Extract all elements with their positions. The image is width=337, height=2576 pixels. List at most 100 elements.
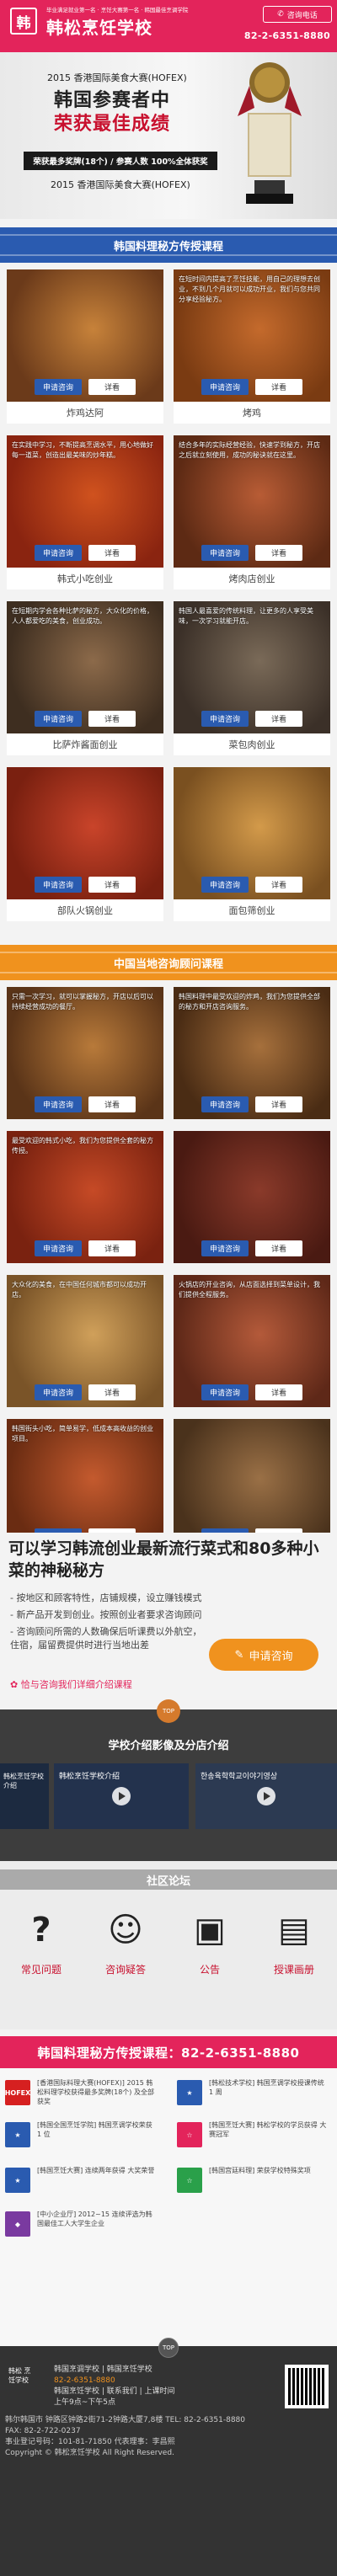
course-card[interactable]: 韩国街头小吃，简单易学，低成本高收益的创业项目。申请咨询详看 xyxy=(7,1419,163,1551)
course-name[interactable]: 菜包肉创业 xyxy=(174,733,330,755)
header-phone[interactable]: 82-2-6351-8880 xyxy=(244,30,330,41)
hotline-banner[interactable]: 韩国料理秘方传授课程：82-2-6351-8880 xyxy=(0,2036,337,2068)
course-name[interactable]: 比萨炸酱面创业 xyxy=(7,733,163,755)
news-item[interactable]: ◆ [中小企业厅] 2012~15 连续评选为韩国最佳工人大学生企业 xyxy=(0,2205,160,2245)
course-card[interactable]: 申请咨询 详看 部队火锅创业 xyxy=(7,767,163,921)
logo-icon[interactable]: 韩 xyxy=(10,8,37,35)
detail-button[interactable]: 详看 xyxy=(255,545,302,561)
faq-link[interactable]: ? 常见问题 xyxy=(8,1905,74,1976)
course-card[interactable]: 结合多年的实际经营经验，快速学到秘方，开店之后就立刻使用，成功的秘诀就在这里。申… xyxy=(174,435,330,589)
news-item[interactable]: HOFEX [香港国际料理大赛(HOFEX)] 2015 韩松料理学校获得最多奖牌… xyxy=(0,2073,160,2114)
course-card[interactable]: 在实践中学习，不断提高烹调水平，用心地做好每一道菜，创造出最美味的炒年糕。 申请咨… xyxy=(7,435,163,589)
apply-button[interactable]: 申请咨询 xyxy=(201,1384,249,1400)
apply-button[interactable]: 申请咨询 xyxy=(35,1240,82,1256)
apply-button[interactable]: 申请咨询 xyxy=(35,545,82,561)
news-item[interactable]: ☆ [韩国宫廷料理] 荣获学校特殊奖项 xyxy=(172,2161,332,2201)
course-card[interactable]: 大众化的美食，在中国任何城市都可以成功开店。 申请咨询 详看 xyxy=(7,1275,163,1407)
video-thumbnail[interactable]: 韩松烹饪学校介绍 xyxy=(54,1763,189,1829)
consult-phone-button[interactable]: ✆ 咨询电话 xyxy=(263,6,332,23)
scroll-top-button[interactable]: TOP xyxy=(158,2338,179,2358)
food-photo[interactable]: 在实践中学习，不断提高烹调水平，用心地做好每一道菜，创造出最美味的炒年糕。 申请咨… xyxy=(7,435,163,568)
apply-button[interactable]: 申请咨询 xyxy=(201,545,249,561)
food-photo[interactable]: 在短时间内提高了烹饪技能，用自己的理想去创业，不到几个月就可以成功开业，我们与您… xyxy=(174,269,330,402)
course-name[interactable]: 烤鸡 xyxy=(174,402,330,424)
card-actions: 申请咨询详看 xyxy=(7,711,163,727)
news-item[interactable]: ☆ [韩国烹饪大赛] 韩松学校的学员获得 大赛冠军 xyxy=(172,2115,332,2156)
brand-name[interactable]: 韩松烹饪学校 xyxy=(46,14,152,39)
food-photo[interactable]: 韩国人最喜爱的传统料理，让更多的人享受美味，一次学习就能开店。 申请咨询 详看 xyxy=(174,601,330,733)
apply-consult-button[interactable]: ✎ 申请咨询 xyxy=(209,1639,318,1671)
detail-button[interactable]: 详看 xyxy=(88,545,136,561)
food-photo[interactable]: 申请咨询详看 xyxy=(174,1419,330,1551)
footer-phone[interactable]: 82-2-6351-8880 xyxy=(54,2376,175,2387)
detail-button[interactable]: 详看 xyxy=(255,379,302,395)
food-photo[interactable]: 韩国街头小吃，简单易学，低成本高收益的创业项目。申请咨询详看 xyxy=(7,1419,163,1551)
news-item[interactable]: ★ [韩国全国烹饪学院] 韩国烹调学校荣获 1 位 xyxy=(0,2115,160,2156)
qa-link[interactable]: ☺ 咨询疑答 xyxy=(93,1905,158,1976)
detail-button[interactable]: 详看 xyxy=(255,1384,302,1400)
course-name[interactable]: 炸鸡达阿 xyxy=(7,402,163,424)
course-card[interactable]: 韩国人最喜爱的传统料理，让更多的人享受美味，一次学习就能开店。 申请咨询 详看 菜包肉… xyxy=(174,601,330,755)
food-photo[interactable]: 大众化的美食，在中国任何城市都可以成功开店。 申请咨询 详看 xyxy=(7,1275,163,1407)
course-name[interactable]: 韩式小吃创业 xyxy=(7,568,163,589)
course-card[interactable]: 只需一次学习，就可以掌握秘方，开店以后可以持续经营成功的餐厅。 申请咨询 详看 xyxy=(7,987,163,1119)
notice-link[interactable]: ▣ 公告 xyxy=(177,1905,243,1976)
course-name[interactable]: 面包筛创业 xyxy=(174,899,330,921)
course-card[interactable]: 在短时间内提高了烹饪技能，用自己的理想去创业，不到几个月就可以成功开业，我们与您… xyxy=(174,269,330,424)
detail-button[interactable]: 详看 xyxy=(88,1384,136,1400)
food-photo[interactable]: 申请咨询详看 xyxy=(7,767,163,899)
food-photo[interactable]: 只需一次学习，就可以掌握秘方，开店以后可以持续经营成功的餐厅。 申请咨询 详看 xyxy=(7,987,163,1119)
gallery-link[interactable]: ▤ 授课画册 xyxy=(261,1905,327,1976)
apply-button[interactable]: 申请咨询 xyxy=(35,1096,82,1112)
food-photo[interactable]: 最受欢迎的韩式小吃，我们为您提供全套的秘方传授。 申请咨询 详看 xyxy=(7,1131,163,1263)
course-card[interactable]: 申请咨询 详看 面包筛创业 xyxy=(174,767,330,921)
food-photo[interactable]: 结合多年的实际经营经验，快速学到秘方，开店之后就立刻使用，成功的秘诀就在这里。申… xyxy=(174,435,330,568)
video-thumbnail[interactable]: 한송육학학교이야기영상 xyxy=(195,1763,337,1829)
apply-button[interactable]: 申请咨询 xyxy=(35,1384,82,1400)
news-item[interactable]: ★ [韩国烹饪大赛] 连续两年获得 大奖荣誉 xyxy=(0,2161,160,2201)
card-actions: 申请咨询详看 xyxy=(174,1384,330,1400)
course-card[interactable]: 韩国料理中最受欢迎的炸鸡，我们为您提供全部的秘方和开店咨询服务。 申请咨询 详看 xyxy=(174,987,330,1119)
detail-button[interactable]: 详看 xyxy=(255,711,302,727)
detail-button[interactable]: 详看 xyxy=(255,1240,302,1256)
food-photo[interactable]: 韩国料理中最受欢迎的炸鸡，我们为您提供全部的秘方和开店咨询服务。 申请咨询 详看 xyxy=(174,987,330,1119)
apply-button[interactable]: 申请咨询 xyxy=(201,379,249,395)
apply-button[interactable]: 申请咨询 xyxy=(201,1240,249,1256)
play-icon[interactable] xyxy=(112,1787,131,1805)
food-photo[interactable]: 在短期内学会各种比萨的秘方，大众化的价格，人人都爱吃的美食，创业成功。 申请咨询详… xyxy=(7,601,163,733)
course-card[interactable]: 最受欢迎的韩式小吃，我们为您提供全套的秘方传授。 申请咨询 详看 xyxy=(7,1131,163,1263)
apply-button[interactable]: 申请咨询 xyxy=(201,877,249,893)
course-card[interactable]: 申请咨询详看 xyxy=(174,1419,330,1551)
apply-button[interactable]: 申请咨询 xyxy=(35,379,82,395)
apply-button[interactable]: 申请咨询 xyxy=(35,711,82,727)
course-name[interactable]: 部队火锅创业 xyxy=(7,899,163,921)
apply-button[interactable]: 申请咨询 xyxy=(35,877,82,893)
detail-button[interactable]: 详看 xyxy=(255,1096,302,1112)
hero-banner[interactable]: 2015 香港国际美食大赛(HOFEX) 韩国参赛者中 荣获最佳成绩 荣获最多奖… xyxy=(0,52,337,219)
detail-button[interactable]: 详看 xyxy=(88,711,136,727)
food-photo[interactable]: 申请咨询详看 xyxy=(174,1131,330,1263)
food-photo[interactable]: 申请咨询详看 xyxy=(7,269,163,402)
food-photo[interactable]: 申请咨询详看 xyxy=(174,767,330,899)
apply-button[interactable]: 申请咨询 xyxy=(201,1096,249,1112)
detail-button[interactable]: 详看 xyxy=(88,379,136,395)
detail-button[interactable]: 详看 xyxy=(88,1240,136,1256)
detail-button[interactable]: 详看 xyxy=(88,877,136,893)
video-thumbnail[interactable]: 韩松烹饪学校介绍 xyxy=(0,1763,49,1829)
apply-button[interactable]: 申请咨询 xyxy=(201,711,249,727)
news-logo-icon: HOFEX xyxy=(5,2080,30,2105)
address-line: 韩尔韩国市 钟路区钟路2街71-2钟路大厦7,8楼 TEL: 82-2-6351… xyxy=(5,2416,246,2424)
news-item[interactable]: ★ [韩松技术学校] 韩国烹调学校授课传统 1 周 xyxy=(172,2073,332,2114)
course-name[interactable]: 烤肉店创业 xyxy=(174,568,330,589)
food-photo[interactable]: 火锅店的开业咨询，从店面选择到菜单设计，我们提供全程服务。 申请咨询 详看 xyxy=(174,1275,330,1407)
course-intro-link[interactable]: ✿ 恰与咨询我们详细介绍课程 xyxy=(10,1677,132,1691)
chat-icon: ✎ xyxy=(234,1648,244,1661)
course-card[interactable]: 火锅店的开业咨询，从店面选择到菜单设计，我们提供全程服务。 申请咨询 详看 xyxy=(174,1275,330,1407)
detail-button[interactable]: 详看 xyxy=(88,1096,136,1112)
detail-button[interactable]: 详看 xyxy=(255,877,302,893)
scroll-top-button[interactable]: TOP xyxy=(157,1699,180,1723)
course-card[interactable]: 申请咨询 详看 炸鸡达阿 xyxy=(7,269,163,424)
course-card[interactable]: 申请咨询详看 xyxy=(174,1131,330,1263)
course-card[interactable]: 在短期内学会各种比萨的秘方，大众化的价格，人人都爱吃的美食，创业成功。 申请咨询详… xyxy=(7,601,163,755)
play-icon[interactable] xyxy=(257,1787,275,1805)
